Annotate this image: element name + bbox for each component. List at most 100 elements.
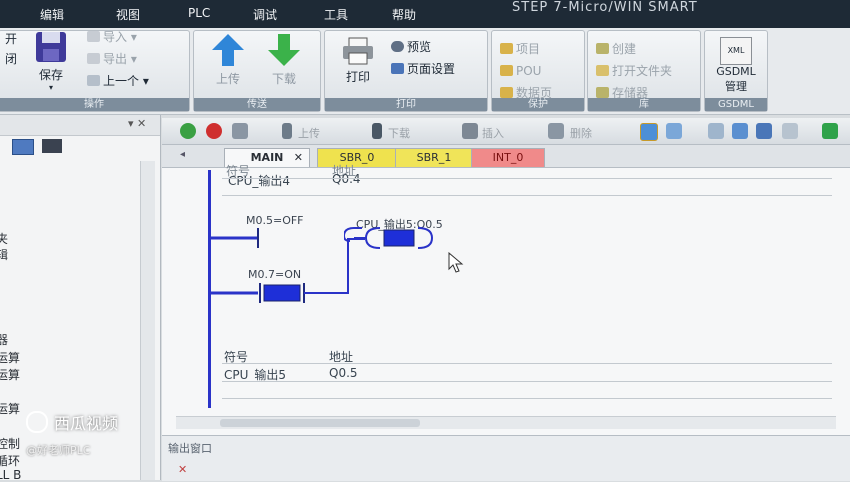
scrollbar-thumb[interactable] (220, 419, 420, 427)
symbol-cell[interactable]: CPU_输出4 (228, 172, 290, 189)
mouse-cursor-icon (448, 252, 464, 273)
pin-icon[interactable]: ▾ ✕ (128, 117, 146, 130)
toolbar-download-label[interactable]: 下载 (388, 125, 410, 141)
protect-project-label: 项目 (516, 42, 541, 56)
tree-item[interactable]: 循环 (0, 452, 20, 469)
tree-item[interactable]: 运算 (0, 349, 20, 366)
tab-sbr-1[interactable]: SBR_1 (395, 148, 473, 167)
horizontal-scrollbar[interactable] (176, 416, 836, 429)
watermark-author: @好老师PLC (26, 444, 91, 457)
menu-debug[interactable]: 调试 (253, 6, 277, 23)
lock-icon (500, 43, 513, 54)
editor-toolbar: 上传 下载 插入 删除 (162, 118, 850, 145)
address-cell[interactable]: Q0.4 (332, 172, 361, 186)
overview-icon[interactable] (12, 139, 34, 155)
menu-plc[interactable]: PLC (188, 6, 210, 20)
tree-item[interactable]: 运算 (0, 400, 20, 417)
printer-icon (343, 37, 373, 65)
import-icon (87, 31, 100, 42)
upload-label: 上传 (215, 72, 240, 86)
coil-q0-5[interactable] (344, 226, 444, 256)
symbol-view-icon[interactable] (666, 123, 682, 139)
print-button[interactable]: 打印 (333, 37, 383, 85)
run-icon[interactable] (180, 123, 196, 139)
app-title: STEP 7-Micro/WIN SMART (512, 0, 698, 15)
floppy-disk-icon (36, 32, 66, 62)
pou-comment-icon[interactable] (756, 123, 772, 139)
address-cell[interactable]: Q0.5 (329, 366, 358, 380)
goto-icon[interactable] (822, 123, 838, 139)
menu-tools[interactable]: 工具 (324, 6, 348, 23)
tree-item[interactable]: 运算 (0, 366, 20, 383)
watermark-logo-icon (26, 411, 48, 433)
page-setup-icon (391, 63, 404, 74)
upload-button[interactable]: 上传 (204, 33, 252, 87)
network-view-icon[interactable] (640, 123, 658, 141)
previous-button[interactable]: 上一个 ▾ (87, 73, 149, 89)
contact-m0-7[interactable] (210, 280, 360, 306)
clear-output-icon[interactable]: ✕ (178, 463, 187, 476)
page-setup-button[interactable]: 页面设置 (391, 61, 455, 77)
comment-icon[interactable] (732, 123, 748, 139)
page-setup-label: 页面设置 (407, 62, 456, 76)
magnifier-icon (391, 41, 404, 52)
tab-main-label: MAIN (250, 151, 284, 164)
preview-button[interactable]: 预览 (391, 39, 431, 55)
stop-icon[interactable] (206, 123, 222, 139)
tab-close-icon[interactable]: ✕ (294, 149, 303, 167)
close-button[interactable]: 闭 (5, 51, 17, 67)
tab-sbr-0[interactable]: SBR_0 (317, 148, 397, 167)
export-button[interactable]: 导出 ▾ (87, 51, 137, 67)
previous-icon (87, 75, 100, 86)
menu-view[interactable]: 视图 (116, 6, 140, 23)
symbol-header: 符号 (224, 350, 249, 364)
toolbar-insert-label[interactable]: 插入 (482, 125, 504, 141)
protect-pou-button[interactable]: POU (500, 63, 541, 79)
gsdml-manage-button[interactable]: XML GSDML 管理 (709, 37, 763, 94)
compile-icon[interactable] (232, 123, 248, 139)
close-view-icon[interactable] (782, 123, 798, 139)
upload-icon[interactable] (282, 123, 292, 139)
library-create-button[interactable]: 创建 (596, 41, 636, 57)
menu-edit[interactable]: 编辑 (40, 6, 64, 23)
tab-int-0[interactable]: INT_0 (471, 148, 545, 167)
tree-item[interactable]: 夹 (0, 230, 8, 247)
ribbon-group-library: 创建 打开文件夹 存储器 库 (587, 30, 701, 112)
save-button[interactable]: 保存 ▾ (31, 31, 71, 92)
print-label: 打印 (345, 70, 370, 84)
protect-project-button[interactable]: 项目 (500, 41, 540, 57)
ribbon: 开 闭 保存 ▾ 导入 ▾ 导出 ▾ 上一个 ▾ 操作 上传 下载 传送 打印 … (0, 28, 850, 115)
menu-help[interactable]: 帮助 (392, 6, 416, 23)
table-divider (222, 381, 832, 382)
parallel-branch-line (347, 239, 349, 294)
output-window: 输出窗口 ✕ (162, 435, 850, 481)
xml-file-icon: XML (720, 37, 752, 65)
open-folder-button[interactable]: 打开文件夹 (596, 63, 672, 79)
contact-m0-5[interactable] (210, 226, 270, 248)
open-button[interactable]: 开 (5, 31, 17, 47)
watermark-brand: 西瓜视频 (54, 414, 119, 433)
monitor-icon[interactable] (42, 139, 62, 153)
file-group-label: 操作 (0, 98, 189, 111)
import-button[interactable]: 导入 ▾ (87, 29, 137, 45)
download-icon[interactable] (372, 123, 382, 139)
ribbon-group-gsdml: XML GSDML 管理 GSDML (704, 30, 768, 112)
download-button[interactable]: 下载 (260, 33, 308, 87)
toolbar-delete-label[interactable]: 删除 (570, 125, 592, 141)
tree-item[interactable]: 器 (0, 331, 8, 348)
tab-scroll-left-icon[interactable]: ◂ (180, 149, 185, 160)
memory-icon (596, 87, 609, 98)
lock-icon (500, 87, 513, 98)
insert-icon[interactable] (462, 123, 478, 139)
lock-icon (500, 65, 513, 76)
delete-icon[interactable] (548, 123, 564, 139)
preview-label: 预览 (407, 40, 432, 54)
tree-item[interactable]: 辑 (0, 246, 8, 263)
bookmark-icon[interactable] (708, 123, 724, 139)
toolbar-upload-label[interactable]: 上传 (298, 125, 320, 141)
tree-item[interactable]: 控制 (0, 435, 20, 452)
protect-group-label: 保护 (492, 98, 584, 111)
save-label: 保存 (38, 68, 63, 82)
tree-scrollbar[interactable] (140, 161, 155, 480)
branch-connector (347, 238, 365, 240)
